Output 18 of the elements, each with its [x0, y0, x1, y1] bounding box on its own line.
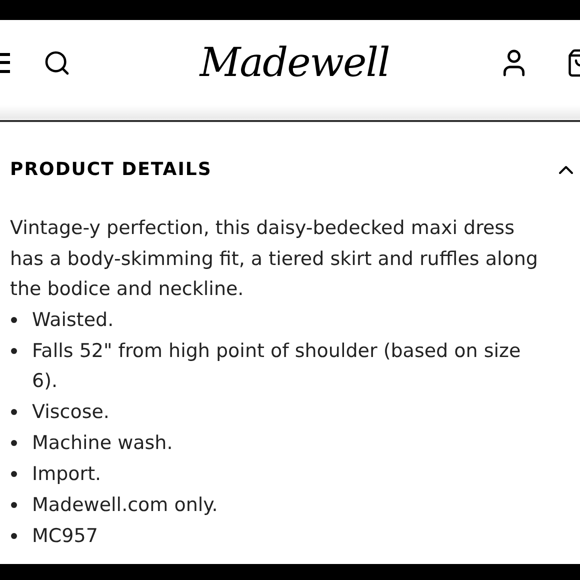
bullet-icon — [11, 533, 17, 539]
bullet-icon — [11, 440, 17, 446]
detail-item: Falls 52" from high point of shoulder (based on size 6). — [32, 338, 522, 394]
detail-item: Machine wash. — [32, 430, 173, 456]
search-icon[interactable] — [43, 48, 71, 76]
bullet-icon — [11, 471, 17, 477]
product-description: Vintage-y perfection, this daisy-bedecked maxi dress has a body-skimming fit, a tiered skirt and ruffles along the bodice and neckline. — [10, 216, 539, 302]
detail-item: Waisted. — [32, 308, 114, 332]
bullet-icon — [11, 502, 17, 508]
detail-item: Import. — [32, 462, 102, 486]
bullet-icon — [11, 348, 17, 354]
bullet-icon — [11, 317, 17, 323]
bullet-icon — [11, 409, 17, 415]
section-title[interactable]: PRODUCT DETAILS — [10, 156, 554, 183]
detail-item: MC957 — [32, 524, 98, 548]
logo[interactable]: Madewell — [200, 42, 390, 82]
detail-item: Viscose. — [32, 400, 110, 424]
detail-item: Madewell.com only. — [32, 492, 218, 518]
